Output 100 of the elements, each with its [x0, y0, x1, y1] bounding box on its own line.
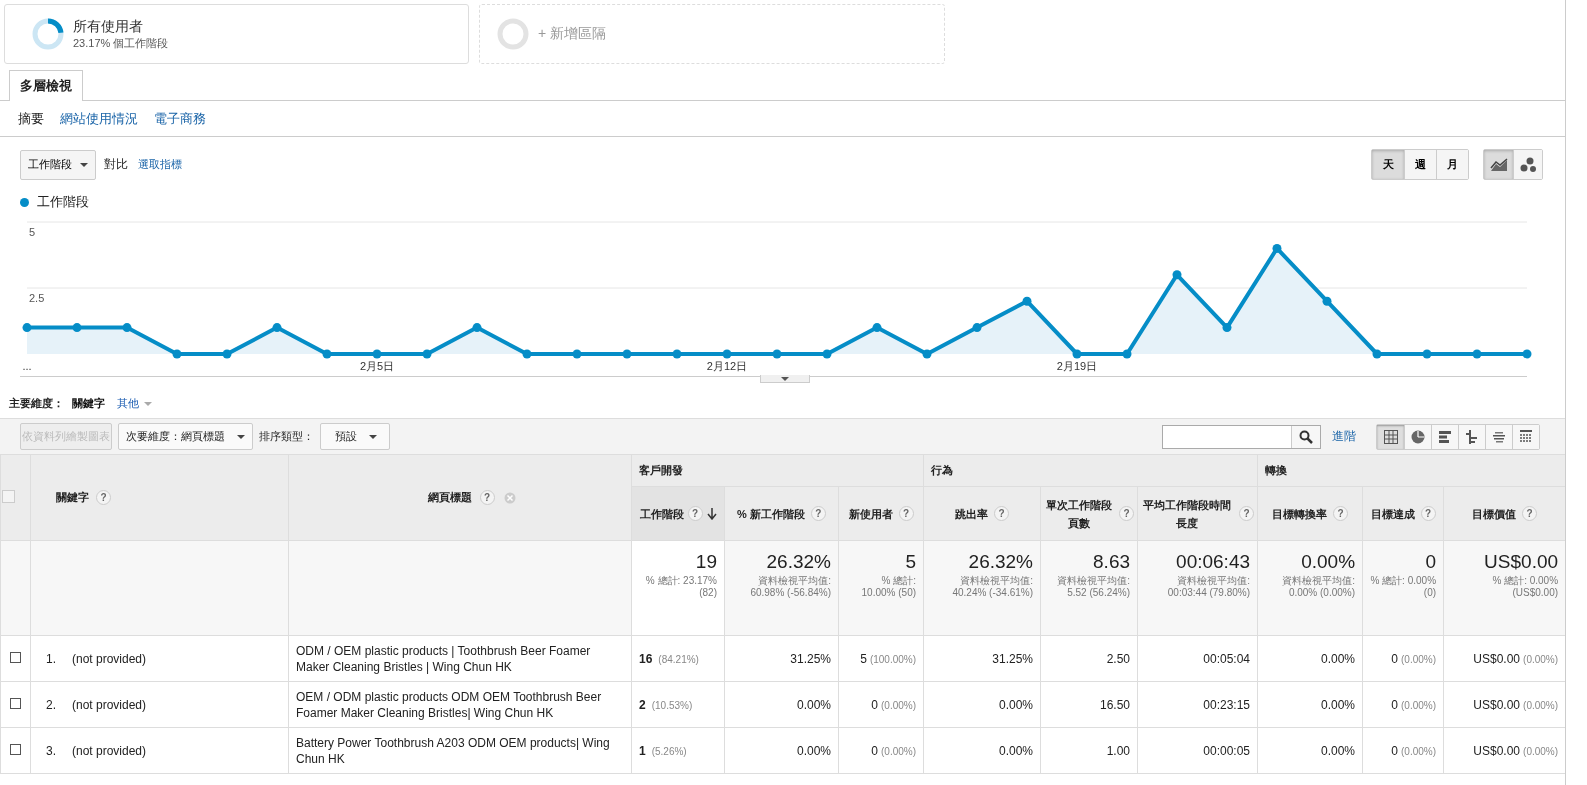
- data-point: [1072, 349, 1082, 359]
- pie-view-button[interactable]: [1404, 424, 1431, 449]
- data-point: [122, 323, 132, 333]
- help-icon[interactable]: ?: [810, 506, 826, 521]
- data-point: [1222, 323, 1232, 333]
- subnav-link[interactable]: 電子商務: [154, 109, 206, 128]
- table-cell: 0: [1391, 651, 1399, 666]
- segment-card[interactable]: 所有使用者 23.17% 個工作階段: [4, 4, 469, 64]
- data-point: [1322, 296, 1332, 306]
- share-percent: (0.00%): [881, 745, 917, 757]
- table-view-button[interactable]: [1377, 424, 1404, 449]
- advanced-link[interactable]: 進階: [1332, 428, 1356, 445]
- terms-view-button[interactable]: [1485, 424, 1512, 449]
- data-point: [1122, 349, 1132, 359]
- total-note: % 總計: 0.00% (US$0.00): [1491, 575, 1559, 599]
- share-percent: (0.00%): [1401, 699, 1437, 711]
- share-percent: (5.26%): [651, 745, 687, 757]
- help-icon[interactable]: ?: [1522, 506, 1538, 521]
- total-value: 5: [904, 551, 917, 573]
- column-header[interactable]: 目標轉換率: [1272, 504, 1328, 523]
- metric-dropdown[interactable]: 工作階段: [20, 149, 96, 180]
- compare-view-button[interactable]: [1458, 424, 1485, 449]
- grid-icon: [1383, 429, 1398, 444]
- line-chart-button[interactable]: [1484, 150, 1513, 179]
- search-field[interactable]: [1162, 424, 1321, 449]
- bubble-chart-icon: [1519, 156, 1537, 173]
- comparison-icon: [1465, 429, 1479, 444]
- column-header[interactable]: 平均工作階段時間長度: [1141, 495, 1234, 532]
- dimension-option[interactable]: 其他: [117, 395, 152, 411]
- bar-view-button[interactable]: [1431, 424, 1458, 449]
- keyword-link[interactable]: (not provided): [72, 651, 147, 666]
- bubble-chart-button[interactable]: [1513, 150, 1542, 179]
- sort-type-dropdown[interactable]: 預設: [320, 423, 390, 450]
- help-icon[interactable]: ?: [994, 506, 1010, 521]
- column-header[interactable]: 目標達成: [1370, 504, 1415, 523]
- column-header[interactable]: 工作階段: [639, 504, 684, 523]
- keyword-link[interactable]: (not provided): [72, 743, 147, 758]
- help-icon[interactable]: ?: [1119, 506, 1135, 521]
- search-icon[interactable]: [1299, 429, 1313, 444]
- secondary-dimension-dropdown[interactable]: 次要維度：網頁標題: [118, 423, 253, 450]
- row-checkbox[interactable]: [10, 651, 21, 663]
- x-tick-label: ...: [22, 360, 32, 372]
- data-point: [22, 323, 32, 333]
- subnav-link[interactable]: 摘要: [18, 109, 44, 128]
- data-point: [1272, 243, 1282, 253]
- sort-arrow-icon[interactable]: [706, 507, 717, 520]
- centered-lines-icon: [1492, 429, 1506, 444]
- x-tick-label: 2月5日: [359, 360, 395, 372]
- help-icon[interactable]: ?: [1333, 506, 1349, 521]
- help-icon[interactable]: ?: [96, 490, 112, 505]
- bar-chart-icon: [1438, 429, 1452, 444]
- dimension-option[interactable]: 關鍵字: [72, 395, 105, 411]
- column-header[interactable]: 目標價值: [1472, 504, 1517, 523]
- select-all-checkbox[interactable]: [2, 490, 15, 503]
- keyword-link[interactable]: (not provided): [72, 697, 147, 712]
- row-checkbox[interactable]: [10, 697, 21, 709]
- empty-donut-icon: [495, 16, 531, 52]
- column-header[interactable]: 關鍵字: [56, 491, 89, 503]
- total-note: 資料檢視平均值: 00:03:44 (79.80%): [1166, 575, 1251, 599]
- data-point: [372, 349, 382, 359]
- table-cell: 0.00%: [1321, 697, 1356, 712]
- help-icon[interactable]: ?: [1420, 506, 1436, 521]
- data-point: [972, 323, 982, 333]
- column-group-header: 行為: [931, 464, 954, 476]
- data-point: [1472, 349, 1482, 359]
- total-value: 0: [1424, 551, 1437, 573]
- table-cell: 16: [639, 651, 653, 666]
- total-note: % 總計: 23.17% (82): [644, 575, 717, 599]
- share-percent: (84.21%): [658, 653, 699, 665]
- pivot-view-button[interactable]: [1512, 424, 1539, 449]
- table-cell: 0.00%: [796, 697, 831, 712]
- help-icon[interactable]: ?: [479, 490, 495, 505]
- period-button[interactable]: 天: [1372, 150, 1404, 179]
- data-point: [772, 349, 782, 359]
- period-button[interactable]: 月: [1436, 150, 1468, 179]
- column-header[interactable]: % 新工作階段: [737, 504, 805, 523]
- help-icon[interactable]: ?: [1239, 506, 1255, 521]
- table-cell: 0.00%: [999, 697, 1034, 712]
- data-point: [672, 349, 682, 359]
- column-header[interactable]: 跳出率: [955, 504, 989, 523]
- share-percent: (0.00%): [1523, 699, 1559, 711]
- period-button[interactable]: 週: [1404, 150, 1436, 179]
- data-point: [422, 349, 432, 359]
- data-point: [72, 323, 82, 333]
- row-checkbox[interactable]: [10, 743, 21, 755]
- pie-chart-icon: [1411, 429, 1425, 444]
- table-cell: 0: [871, 697, 878, 712]
- collapse-handle[interactable]: [760, 375, 810, 383]
- help-icon[interactable]: ?: [898, 506, 914, 521]
- share-percent: (0.00%): [1523, 653, 1559, 665]
- subnav-link[interactable]: 網站使用情況: [60, 109, 138, 128]
- legend-label: 工作階段: [37, 193, 89, 211]
- table-cell: 1: [639, 743, 646, 758]
- column-header[interactable]: 單次工作階段頁數: [1044, 495, 1114, 532]
- select-metric-link[interactable]: 選取指標: [138, 157, 182, 172]
- column-header[interactable]: 網頁標題: [428, 491, 473, 503]
- report-tab[interactable]: 多層檢視: [9, 70, 83, 101]
- column-header[interactable]: 新使用者: [848, 504, 893, 523]
- total-note: 資料檢視平均值: 60.98% (-56.84%): [749, 575, 831, 599]
- help-icon[interactable]: ?: [687, 506, 703, 521]
